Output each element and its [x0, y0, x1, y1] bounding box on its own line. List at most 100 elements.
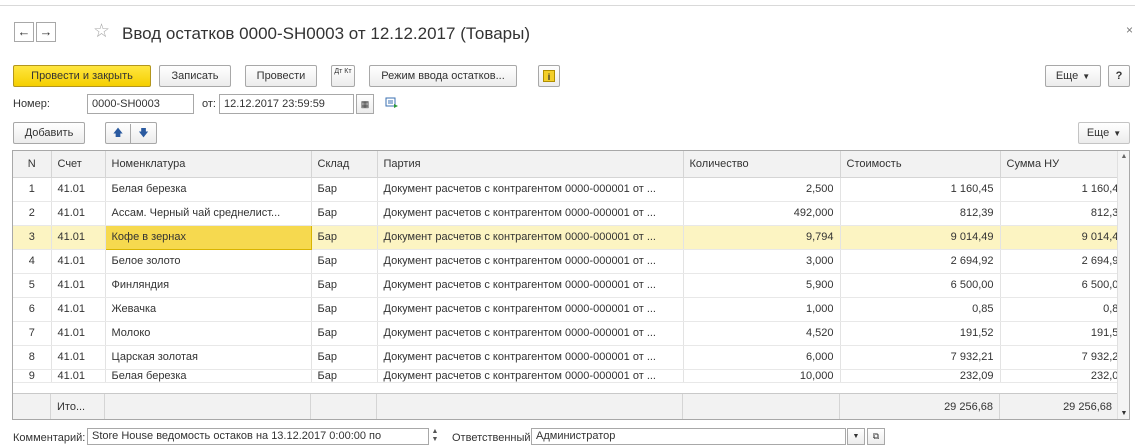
cell-quantity[interactable]: 6,000	[683, 345, 841, 370]
cell-sum-nu[interactable]: 232,09	[1000, 369, 1129, 383]
cell-quantity[interactable]: 4,520	[683, 321, 841, 346]
cell-account[interactable]: 41.01	[51, 249, 106, 274]
column-header-sum-nu[interactable]: Сумма НУ	[1000, 151, 1129, 178]
cell-batch[interactable]: Документ расчетов с контрагентом 0000-00…	[377, 249, 684, 274]
scroll-down-icon[interactable]: ▼	[1118, 410, 1129, 417]
cell-item[interactable]: Царская золотая	[105, 345, 312, 370]
cell-sum-nu[interactable]: 7 932,21	[1000, 345, 1129, 370]
comment-spin-icon[interactable]: ▲ ▼	[430, 428, 440, 445]
table-row[interactable]: 9 41.01 Белая березка Бар Документ расче…	[13, 369, 1129, 383]
cell-cost[interactable]: 7 932,21	[840, 345, 1001, 370]
cell-n[interactable]: 9	[13, 369, 52, 383]
cell-quantity[interactable]: 9,794	[683, 225, 841, 250]
cell-batch[interactable]: Документ расчетов с контрагентом 0000-00…	[377, 297, 684, 322]
cell-account[interactable]: 41.01	[51, 297, 106, 322]
balance-input-mode-button[interactable]: Режим ввода остатков...	[369, 65, 517, 87]
table-row[interactable]: 8 41.01 Царская золотая Бар Документ рас…	[13, 345, 1129, 370]
table-row[interactable]: 5 41.01 Финляндия Бар Документ расчетов …	[13, 273, 1129, 298]
move-up-icon[interactable]: 🡅	[106, 124, 131, 144]
table-row-selected[interactable]: 3 41.01 Кофе в зернах Бар Документ расче…	[13, 224, 1129, 250]
cell-warehouse[interactable]: Бар	[311, 297, 378, 322]
cell-cost[interactable]: 0,85	[840, 297, 1001, 322]
cell-item[interactable]: Белая березка	[105, 369, 312, 383]
cell-quantity[interactable]: 3,000	[683, 249, 841, 274]
info-button[interactable]: i	[538, 65, 560, 87]
cell-sum-nu[interactable]: 9 014,49	[1000, 225, 1129, 250]
table-row[interactable]: 7 41.01 Молоко Бар Документ расчетов с к…	[13, 321, 1129, 346]
cell-batch[interactable]: Документ расчетов с контрагентом 0000-00…	[377, 321, 684, 346]
cell-account[interactable]: 41.01	[51, 321, 106, 346]
table-more-button[interactable]: Еще ▼	[1078, 122, 1130, 144]
cell-warehouse[interactable]: Бар	[311, 225, 378, 250]
cell-sum-nu[interactable]: 191,52	[1000, 321, 1129, 346]
cell-warehouse[interactable]: Бар	[311, 345, 378, 370]
table-row[interactable]: 4 41.01 Белое золото Бар Документ расчет…	[13, 249, 1129, 274]
cell-item[interactable]: Белое золото	[105, 249, 312, 274]
cell-cost[interactable]: 6 500,00	[840, 273, 1001, 298]
cell-account[interactable]: 41.01	[51, 369, 106, 383]
cell-sum-nu[interactable]: 1 160,45	[1000, 177, 1129, 202]
cell-n[interactable]: 2	[13, 201, 52, 226]
cell-quantity[interactable]: 492,000	[683, 201, 841, 226]
number-field[interactable]: 0000-SH0003	[87, 94, 194, 114]
responsible-open-button[interactable]: ⧉	[867, 428, 885, 445]
cell-n[interactable]: 7	[13, 321, 52, 346]
scroll-up-icon[interactable]: ▲	[1118, 153, 1129, 160]
cell-account[interactable]: 41.01	[51, 225, 106, 250]
cell-item[interactable]: Ассам. Черный чай среднелист...	[105, 201, 312, 226]
cell-quantity[interactable]: 2,500	[683, 177, 841, 202]
cell-sum-nu[interactable]: 2 694,92	[1000, 249, 1129, 274]
cell-sum-nu[interactable]: 0,85	[1000, 297, 1129, 322]
column-header-batch[interactable]: Партия	[377, 151, 684, 178]
cell-warehouse[interactable]: Бар	[311, 369, 378, 383]
cell-n[interactable]: 3	[13, 225, 52, 250]
dtkt-report-button[interactable]: Дт Кт	[331, 65, 355, 87]
cell-quantity[interactable]: 5,900	[683, 273, 841, 298]
close-icon[interactable]: ×	[1126, 23, 1133, 37]
column-header-cost[interactable]: Стоимость	[840, 151, 1001, 178]
table-scrollbar[interactable]: ▲ ▼	[1117, 151, 1129, 419]
responsible-field[interactable]: Администратор	[531, 428, 846, 445]
forward-button[interactable]: →	[36, 22, 56, 42]
cell-cost[interactable]: 812,39	[840, 201, 1001, 226]
cell-sum-nu[interactable]: 812,39	[1000, 201, 1129, 226]
cell-n[interactable]: 1	[13, 177, 52, 202]
table-row[interactable]: 1 41.01 Белая березка Бар Документ расче…	[13, 177, 1129, 202]
cell-item[interactable]: Жевачка	[105, 297, 312, 322]
column-header-quantity[interactable]: Количество	[683, 151, 841, 178]
cell-batch[interactable]: Документ расчетов с контрагентом 0000-00…	[377, 225, 684, 250]
cell-n[interactable]: 5	[13, 273, 52, 298]
cell-cost[interactable]: 1 160,45	[840, 177, 1001, 202]
cell-batch[interactable]: Документ расчетов с контрагентом 0000-00…	[377, 177, 684, 202]
more-button[interactable]: Еще ▼	[1045, 65, 1101, 87]
cell-warehouse[interactable]: Бар	[311, 201, 378, 226]
cell-batch[interactable]: Документ расчетов с контрагентом 0000-00…	[377, 345, 684, 370]
column-header-item[interactable]: Номенклатура	[105, 151, 312, 178]
comment-field[interactable]: Store House ведомость остаков на 13.12.2…	[87, 428, 429, 445]
cell-cost[interactable]: 2 694,92	[840, 249, 1001, 274]
add-row-button[interactable]: Добавить	[13, 122, 85, 144]
cell-warehouse[interactable]: Бар	[311, 177, 378, 202]
cell-account[interactable]: 41.01	[51, 273, 106, 298]
favorite-star-icon[interactable]: ☆	[93, 21, 110, 43]
cell-item[interactable]: Молоко	[105, 321, 312, 346]
cell-item-current[interactable]: Кофе в зернах	[104, 224, 312, 250]
back-button[interactable]: ←	[14, 22, 34, 42]
post-and-close-button[interactable]: Провести и закрыть	[13, 65, 151, 87]
cell-n[interactable]: 6	[13, 297, 52, 322]
cell-account[interactable]: 41.01	[51, 345, 106, 370]
cell-warehouse[interactable]: Бар	[311, 273, 378, 298]
cell-sum-nu[interactable]: 6 500,00	[1000, 273, 1129, 298]
cell-n[interactable]: 8	[13, 345, 52, 370]
cell-item[interactable]: Белая березка	[105, 177, 312, 202]
cell-batch[interactable]: Документ расчетов с контрагентом 0000-00…	[377, 201, 684, 226]
cell-quantity[interactable]: 10,000	[683, 369, 841, 383]
cell-warehouse[interactable]: Бар	[311, 249, 378, 274]
table-row[interactable]: 6 41.01 Жевачка Бар Документ расчетов с …	[13, 297, 1129, 322]
cell-batch[interactable]: Документ расчетов с контрагентом 0000-00…	[377, 273, 684, 298]
column-header-n[interactable]: N	[13, 151, 52, 178]
cell-quantity[interactable]: 1,000	[683, 297, 841, 322]
numbering-settings-icon[interactable]	[385, 97, 399, 109]
column-header-warehouse[interactable]: Склад	[311, 151, 378, 178]
column-header-account[interactable]: Счет	[51, 151, 106, 178]
